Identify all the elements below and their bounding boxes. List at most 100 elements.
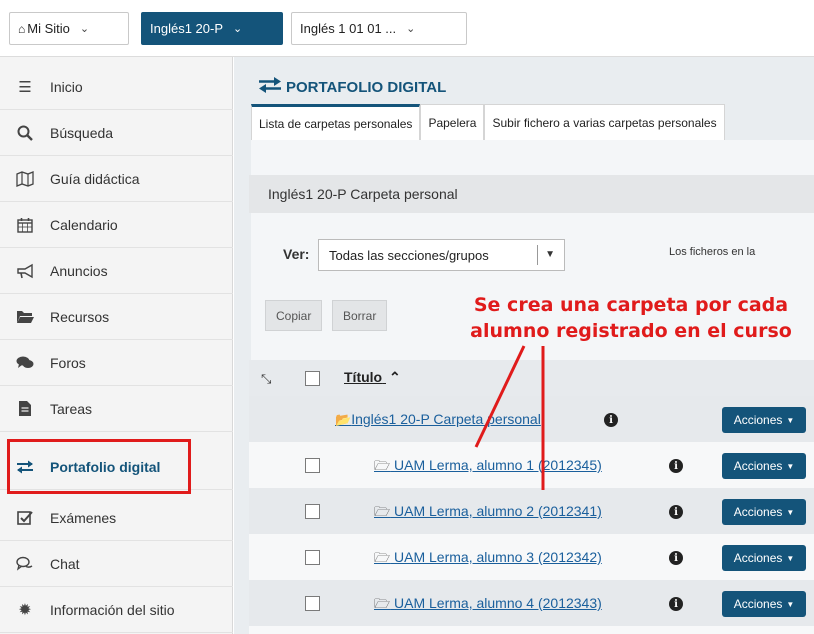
sidebar: ☰ Inicio Búsqueda Guía didáctica Calenda…	[0, 57, 233, 634]
sidebar-item-label: Anuncios	[50, 262, 108, 279]
map-icon	[14, 170, 36, 188]
student-folder-link[interactable]: 🗁 UAM Lerma, alumno 2 (2012341)	[374, 503, 602, 525]
folder-open-icon: 📂	[335, 412, 352, 427]
home-icon: ⌂	[18, 21, 26, 36]
info-icon[interactable]: i	[669, 459, 683, 473]
course2-dropdown[interactable]: Inglés 1 01 01 ... ⌄	[291, 12, 467, 45]
folder-header: Inglés1 20-P Carpeta personal	[249, 175, 814, 213]
acciones-button[interactable]: Acciones ▼	[722, 499, 806, 525]
sidebar-item-label: Chat	[50, 555, 80, 572]
info-note: Los ficheros en la	[669, 246, 756, 258]
info-icon[interactable]: i	[604, 413, 618, 427]
file-icon	[14, 400, 36, 418]
sidebar-item-calendario[interactable]: Calendario	[0, 202, 233, 248]
select-all-checkbox[interactable]	[305, 371, 320, 386]
new-folder-icon: 🗁	[374, 504, 391, 519]
caret-down-icon: ▼	[786, 599, 795, 609]
comments-icon	[14, 354, 36, 372]
info-icon[interactable]: i	[669, 597, 683, 611]
sidebar-item-informacion-del-sitio[interactable]: ✹ Información del sitio	[0, 587, 233, 633]
sidebar-item-tareas[interactable]: Tareas	[0, 386, 233, 432]
calendar-icon	[14, 216, 36, 234]
chat-icon	[14, 555, 36, 573]
expand-icon[interactable]: ⤡	[261, 371, 271, 387]
sidebar-item-foros[interactable]: Foros	[0, 340, 233, 386]
student-folder-label: UAM Lerma, alumno 3 (2012342)	[394, 549, 602, 565]
table-row: 🗁 UAM Lerma, alumno 1 (2012345) i Accion…	[249, 442, 814, 488]
row-checkbox[interactable]	[305, 458, 320, 473]
sidebar-item-label: Recursos	[50, 308, 110, 325]
table-row: 🗁 UAM Lerma, alumno 2 (2012341) i Accion…	[249, 488, 814, 534]
acciones-button[interactable]: Acciones ▼	[722, 407, 806, 433]
main-content: PORTAFOLIO DIGITAL Lista de carpetas per…	[234, 57, 814, 634]
checkbox-icon	[14, 509, 36, 527]
tab-lista-carpetas[interactable]: Lista de carpetas personales	[251, 104, 421, 140]
folder-icon	[14, 308, 36, 326]
student-folder-link[interactable]: 🗁 UAM Lerma, alumno 1 (2012345)	[374, 457, 602, 479]
sidebar-item-examenes[interactable]: Exámenes	[0, 495, 233, 541]
acciones-label: Acciones	[733, 459, 783, 473]
sidebar-item-inicio[interactable]: ☰ Inicio	[0, 64, 233, 110]
acciones-button[interactable]: Acciones ▼	[722, 591, 806, 617]
student-folder-label: UAM Lerma, alumno 2 (2012341)	[394, 503, 602, 519]
row-checkbox[interactable]	[305, 504, 320, 519]
course2-label: Inglés 1 01 01 ...	[300, 21, 397, 36]
column-title-label: Título	[344, 369, 383, 385]
annotation-callout: Se crea una carpeta por cada alumno regi…	[456, 292, 806, 344]
page-title: PORTAFOLIO DIGITAL	[258, 77, 446, 98]
student-folder-link[interactable]: 🗁 UAM Lerma, alumno 4 (2012343)	[374, 595, 602, 617]
sidebar-item-label: Búsqueda	[50, 124, 114, 141]
root-folder-link[interactable]: 📂Inglés1 20-P Carpeta personal	[335, 411, 541, 428]
sidebar-item-anuncios[interactable]: Anuncios	[0, 248, 233, 294]
search-icon	[14, 124, 36, 142]
table-row	[249, 626, 814, 634]
acciones-button[interactable]: Acciones ▼	[722, 545, 806, 571]
my-site-dropdown[interactable]: ⌂ Mi Sitio ⌄	[9, 12, 129, 45]
delete-button[interactable]: Borrar	[332, 300, 388, 331]
student-folder-label: UAM Lerma, alumno 4 (2012343)	[394, 595, 602, 611]
ver-label: Ver:	[283, 246, 310, 262]
tab-bar: Lista de carpetas personales Papelera Su…	[251, 104, 725, 140]
course-dropdown[interactable]: Inglés1 20-P ⌄	[141, 12, 283, 45]
tab-subir-fichero[interactable]: Subir fichero a varias carpetas personal…	[484, 104, 725, 140]
info-icon[interactable]: i	[669, 505, 683, 519]
table-header	[249, 360, 814, 396]
sidebar-item-recursos[interactable]: Recursos	[0, 294, 233, 340]
course-label: Inglés1 20-P	[150, 21, 223, 36]
student-folder-label: UAM Lerma, alumno 1 (2012345)	[394, 457, 602, 473]
new-folder-icon: 🗁	[374, 596, 391, 611]
row-checkbox[interactable]	[305, 596, 320, 611]
exchange-icon	[258, 77, 282, 98]
caret-down-icon: ▼	[786, 461, 795, 471]
sidebar-item-label: Calendario	[50, 216, 118, 233]
annotation-line-1: Se crea una carpeta por cada	[473, 294, 789, 316]
info-icon[interactable]: i	[669, 551, 683, 565]
row-checkbox[interactable]	[305, 550, 320, 565]
sidebar-item-guia-didactica[interactable]: Guía didáctica	[0, 156, 233, 202]
page-title-text: PORTAFOLIO DIGITAL	[286, 79, 447, 96]
column-header-title[interactable]: Título ⌃	[344, 369, 401, 386]
section-filter-value: Todas las secciones/grupos	[329, 247, 489, 263]
top-navigation-bar: ⌂ Mi Sitio ⌄ Inglés1 20-P ⌄ Inglés 1 01 …	[0, 0, 814, 57]
caret-down-icon: ▼	[545, 249, 555, 260]
caret-down-icon: ▼	[786, 553, 795, 563]
my-site-label: Mi Sitio	[27, 21, 70, 36]
megaphone-icon	[14, 262, 36, 280]
tab-papelera[interactable]: Papelera	[420, 104, 485, 140]
caret-down-icon: ▼	[786, 415, 795, 425]
acciones-button[interactable]: Acciones ▼	[722, 453, 806, 479]
sidebar-item-busqueda[interactable]: Búsqueda	[0, 110, 233, 156]
student-folder-link[interactable]: 🗁 UAM Lerma, alumno 3 (2012342)	[374, 549, 602, 571]
section-filter-select[interactable]: Todas las secciones/grupos ▼	[318, 239, 565, 271]
acciones-label: Acciones	[733, 551, 783, 565]
sort-up-icon: ⌃	[389, 369, 401, 385]
copy-button[interactable]: Copiar	[265, 300, 323, 331]
acciones-label: Acciones	[733, 505, 783, 519]
chevron-down-icon: ⌄	[233, 23, 243, 35]
caret-down-icon: ▼	[786, 507, 795, 517]
table-row: 🗁 UAM Lerma, alumno 4 (2012343) i Accion…	[249, 580, 814, 626]
annotation-line-2: alumno registrado en el curso	[470, 320, 792, 342]
sidebar-item-label: Tareas	[50, 400, 93, 417]
acciones-label: Acciones	[733, 597, 783, 611]
sidebar-item-chat[interactable]: Chat	[0, 541, 233, 587]
